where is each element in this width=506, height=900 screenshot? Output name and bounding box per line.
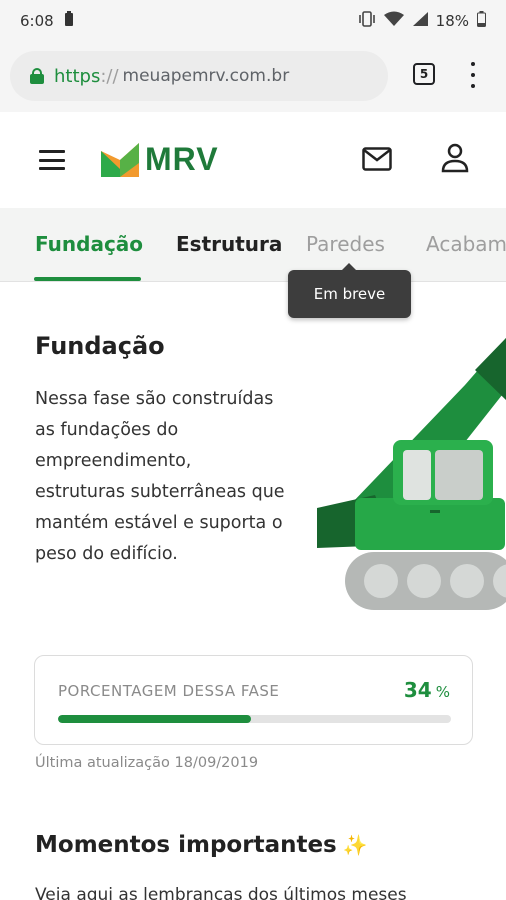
tab-acabamento[interactable]: Acabam	[426, 232, 506, 256]
progress-value: 34%	[404, 678, 450, 702]
phase-description: Nessa fase são construídas as fundações …	[35, 389, 285, 564]
coming-soon-tooltip: Em breve	[288, 263, 411, 318]
wifi-icon	[383, 11, 404, 31]
sparkle-icon: ✨	[342, 833, 368, 857]
url-bar[interactable]: https :// meuapemrv.com.br	[10, 51, 388, 101]
vibrate-icon	[358, 11, 376, 31]
active-tab-indicator	[34, 277, 141, 281]
phase-tabs: Fundação Estrutura Paredes Acabam	[0, 208, 506, 282]
status-bar: 6:08 18%	[0, 0, 506, 42]
battery-saver-icon	[64, 11, 74, 31]
menu-icon[interactable]	[39, 150, 65, 170]
lock-icon	[30, 68, 44, 84]
url-scheme: https	[54, 65, 101, 87]
status-time: 6:08	[20, 12, 54, 30]
phase-progress-card: PORCENTAGEM DESSA FASE 34%	[34, 655, 473, 745]
moments-title-text: Momentos importantes	[35, 832, 337, 858]
excavator-illustration	[315, 330, 506, 614]
user-account-icon[interactable]	[441, 143, 469, 177]
progress-number: 34	[403, 678, 432, 702]
tab-fundacao[interactable]: Fundação	[35, 232, 143, 256]
progress-bar	[58, 715, 451, 723]
battery-icon	[477, 11, 486, 31]
last-update-text: Última atualização 18/09/2019	[35, 755, 259, 771]
tab-paredes[interactable]: Paredes	[306, 232, 385, 256]
phase-title: Fundação	[35, 332, 165, 360]
tab-count: 5	[419, 67, 429, 81]
progress-label: PORCENTAGEM DESSA FASE	[58, 682, 280, 700]
battery-percent: 18%	[435, 12, 469, 30]
browser-toolbar: https :// meuapemrv.com.br 5	[0, 42, 506, 112]
brand-logo[interactable]: MRV	[101, 141, 219, 178]
app-header: MRV	[0, 112, 506, 208]
tab-switcher-button[interactable]: 5	[413, 63, 435, 85]
progress-unit: %	[435, 683, 450, 701]
progress-bar-fill	[58, 715, 251, 723]
mail-icon[interactable]	[362, 147, 392, 175]
logo-text: MRV	[145, 141, 219, 177]
signal-icon	[412, 11, 428, 31]
moments-title: Momentos importantes ✨	[35, 832, 368, 858]
moments-description: Veja aqui as lembranças dos últimos mese…	[35, 885, 407, 900]
logo-mark-icon	[101, 142, 139, 177]
url-separator: ://	[100, 65, 119, 87]
more-menu-icon[interactable]	[466, 62, 480, 88]
tab-estrutura[interactable]: Estrutura	[176, 232, 282, 256]
tooltip-text: Em breve	[313, 285, 386, 303]
url-host: meuapemrv.com.br	[122, 66, 290, 86]
